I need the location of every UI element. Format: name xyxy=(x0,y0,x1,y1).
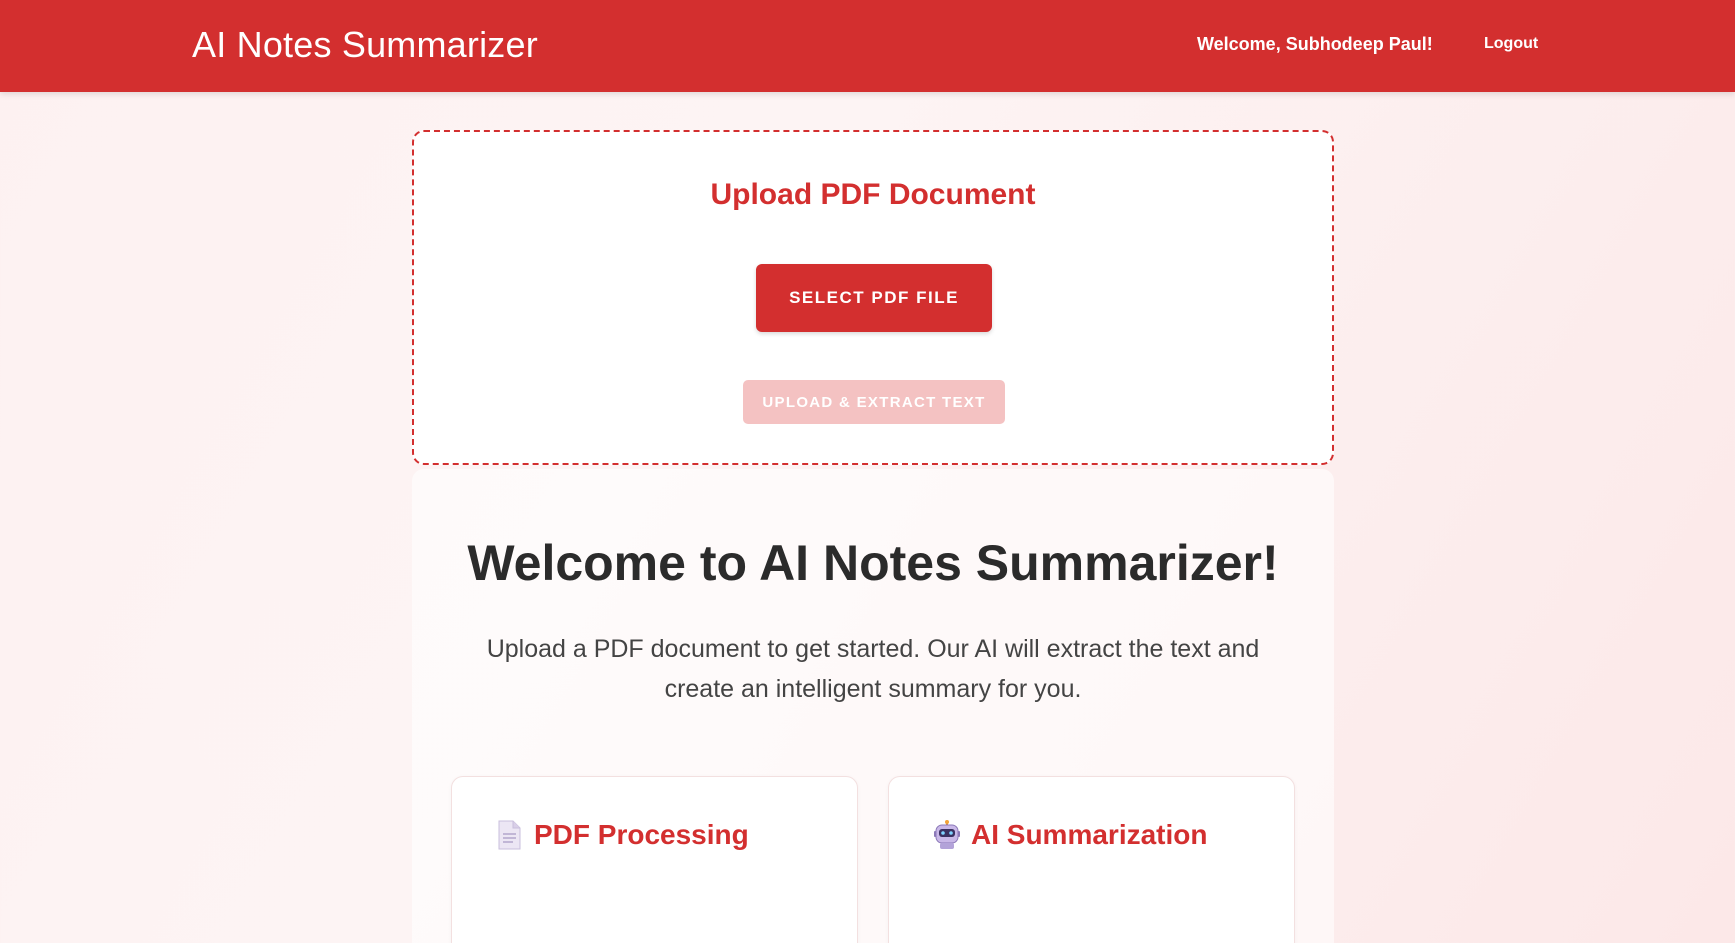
feature-card-ai-summarization: AI Summarization xyxy=(888,776,1295,943)
feature-header: PDF Processing xyxy=(496,819,749,851)
welcome-description: Upload a PDF document to get started. Ou… xyxy=(486,635,1260,703)
document-icon xyxy=(496,820,522,850)
app-brand[interactable]: AI Notes Summarizer xyxy=(192,24,538,66)
select-pdf-button[interactable]: SELECT PDF FILE xyxy=(756,264,992,332)
feature-header: AI Summarization xyxy=(933,819,1207,851)
feature-card-pdf-processing: PDF Processing xyxy=(451,776,858,943)
robot-icon xyxy=(933,820,960,850)
welcome-panel: Welcome to AI Notes Summarizer! Upload a… xyxy=(412,469,1334,943)
upload-extract-button[interactable]: UPLOAD & EXTRACT TEXT xyxy=(743,380,1005,424)
top-navbar: AI Notes Summarizer Welcome, Subhodeep P… xyxy=(0,0,1735,92)
welcome-user-text: Welcome, Subhodeep Paul! xyxy=(1197,34,1433,54)
feature-title: PDF Processing xyxy=(534,819,749,850)
upload-title: Upload PDF Document xyxy=(710,178,1036,211)
welcome-heading: Welcome to AI Notes Summarizer! xyxy=(467,535,1279,591)
upload-card: Upload PDF Document SELECT PDF FILE UPLO… xyxy=(412,130,1334,465)
feature-title: AI Summarization xyxy=(971,819,1208,850)
logout-button[interactable]: Logout xyxy=(1484,35,1538,53)
